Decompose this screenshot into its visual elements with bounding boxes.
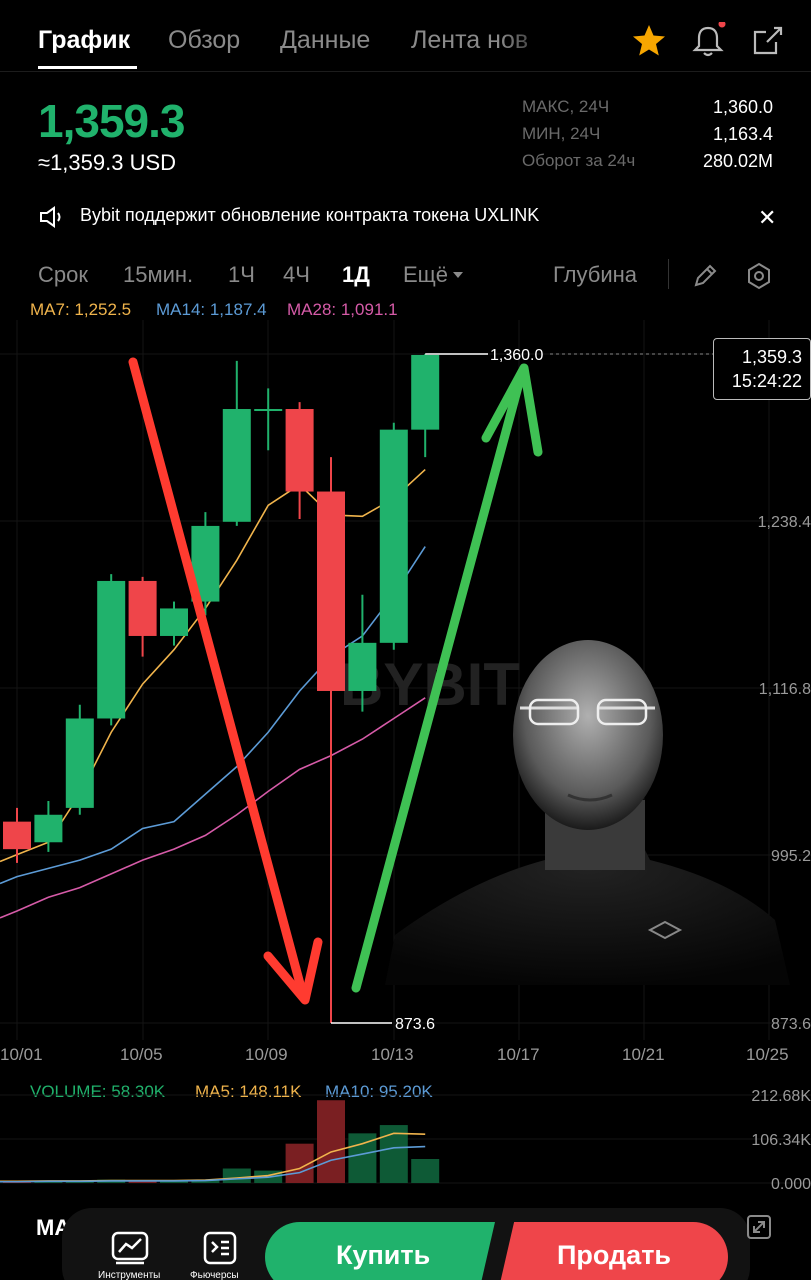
tab-data[interactable]: Данные [280,26,370,55]
stat-label-high: МАКС, 24Ч [522,97,610,116]
candle [3,821,31,850]
volume-bar [411,1159,440,1183]
stat-label-low: МИН, 24Ч [522,124,601,143]
buy-button-label[interactable]: Купить [336,1240,430,1271]
tab-chart[interactable]: График [38,26,130,55]
candle [97,580,126,719]
candle [222,409,251,522]
favorite-star-icon[interactable] [630,22,668,60]
nav-futures-label[interactable]: Фьючерсы [190,1270,239,1280]
tab-active-underline [38,66,137,69]
announcement-banner[interactable]: Bybit поддержит обновление контракта ток… [0,195,811,237]
current-price-tag-time: 15:24:22 [731,371,802,391]
futures-icon[interactable] [202,1230,238,1266]
announcement-text: Bybit поддержит обновление контракта ток… [80,205,540,225]
depth-tab[interactable]: Глубина [553,262,637,288]
volume-y-axis-label: 212.68K [751,1088,811,1105]
tools-icon[interactable] [110,1230,150,1266]
settings-icon[interactable] [744,261,774,291]
volume-bar [317,1100,345,1183]
high-marker-label: 1,360.0 [490,347,543,364]
candle [411,354,440,430]
candle [379,429,408,643]
x-axis-label: 10/21 [622,1045,665,1064]
volume-bar [222,1168,251,1183]
stat-label-turnover: Оборот за 24ч [522,151,636,170]
ma28-legend: MA28: 1,091.1 [287,300,398,319]
ma7-legend: MA7: 1,252.5 [30,300,132,319]
stat-value-turnover: 280.02M [702,151,773,171]
x-axis-label: 10/01 [0,1045,43,1064]
timeframe-label: Срок [38,262,88,287]
y-axis-label: 1,116.8 [759,681,811,698]
close-icon[interactable]: ✕ [758,205,776,231]
candle [65,718,94,808]
x-axis-label: 10/17 [497,1045,540,1064]
nav-tools-label[interactable]: Инструменты [98,1270,160,1280]
candle [34,814,63,843]
ma14-legend: MA14: 1,187.4 [156,300,267,319]
chevron-down-icon [453,272,463,278]
low-marker-label: 873.6 [395,1016,435,1033]
x-axis-label: 10/05 [120,1045,163,1064]
tab-fade [500,20,560,60]
x-axis-label: 10/09 [245,1045,288,1064]
candlestick-chart[interactable]: BYBIT 1,360.0873.6 1,238.41,116.8995.287… [0,320,811,1040]
stat-value-low: 1,163.4 [712,124,773,144]
current-price-tag-value: 1,359.3 [741,347,802,367]
volume-y-axis-label: 0.000 [771,1176,811,1193]
pencil-icon[interactable] [690,261,720,291]
tab-overview[interactable]: Обзор [168,26,240,55]
timeframe-1d[interactable]: 1Д [342,262,370,288]
candle [254,409,283,412]
y-axis-label: 995.2 [771,848,811,865]
sell-button-label[interactable]: Продать [557,1240,671,1271]
candle [160,608,188,636]
last-price: 1,359.3 [38,95,185,147]
speaker-icon [40,206,61,228]
timeframe-more[interactable]: Ещё [403,262,448,288]
ma28-line [0,697,426,919]
candle [285,409,314,492]
timeframe-15m[interactable]: 15мин. [123,262,193,288]
x-axis-label: 10/13 [371,1045,414,1064]
x-axis-label: 10/25 [746,1045,789,1064]
notification-bell-icon[interactable] [689,22,727,60]
y-axis-label: 873.6 [771,1016,811,1033]
candle [128,580,157,636]
volume-y-axis-label: 106.34K [751,1132,811,1149]
candle [348,642,377,691]
stat-value-high: 1,360.0 [712,97,773,117]
timeframe-1h[interactable]: 1Ч [228,262,255,288]
candle [317,491,345,691]
expand-icon[interactable] [746,1214,772,1240]
volume-chart[interactable]: 212.68K 106.34K 0.000 [0,1085,811,1200]
y-axis-label: 1,238.4 [758,514,811,531]
share-icon[interactable] [748,22,786,60]
divider [668,259,669,289]
current-price-tag: 1,359.3 15:24:22 [713,338,811,400]
last-price-usd: ≈1,359.3 USD [38,150,177,175]
timeframe-4h[interactable]: 4Ч [283,262,310,288]
